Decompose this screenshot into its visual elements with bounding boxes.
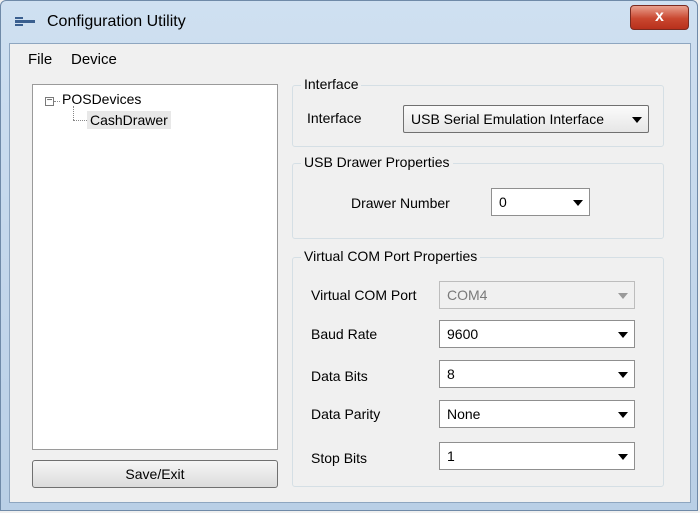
data-bits-label: Data Bits bbox=[311, 368, 368, 384]
virtual-com-group: Virtual COM Port Properties Virtual COM … bbox=[292, 248, 664, 487]
usb-drawer-group: USB Drawer Properties Drawer Number 0 bbox=[292, 154, 664, 239]
menu-file[interactable]: File bbox=[28, 51, 52, 68]
interface-group: Interface Interface USB Serial Emulation… bbox=[292, 76, 664, 147]
client-area: File Device − POSDevices CashDrawer Save… bbox=[9, 43, 691, 503]
baud-rate-select[interactable]: 9600 bbox=[439, 320, 635, 348]
drawer-number-select[interactable]: 0 bbox=[491, 188, 590, 216]
data-parity-select[interactable]: None bbox=[439, 400, 635, 428]
data-parity-label: Data Parity bbox=[311, 406, 381, 422]
data-bits-value: 8 bbox=[447, 366, 455, 382]
window-title: Configuration Utility bbox=[47, 13, 186, 30]
menu-device[interactable]: Device bbox=[71, 51, 117, 68]
chevron-down-icon bbox=[618, 332, 628, 338]
chevron-down-icon bbox=[618, 372, 628, 378]
virtual-com-port-select: COM4 bbox=[439, 281, 635, 309]
tree-item-posdevices[interactable]: POSDevices bbox=[62, 91, 141, 107]
save-exit-button[interactable]: Save/Exit bbox=[32, 460, 278, 488]
app-icon bbox=[15, 17, 35, 26]
virtual-com-port-label: Virtual COM Port bbox=[311, 287, 417, 303]
close-button[interactable]: x bbox=[630, 5, 689, 30]
drawer-number-label: Drawer Number bbox=[351, 195, 450, 211]
chevron-down-icon bbox=[618, 454, 628, 460]
data-bits-select[interactable]: 8 bbox=[439, 360, 635, 388]
tree-collapse-icon[interactable]: − bbox=[45, 96, 54, 106]
group-title: Virtual COM Port Properties bbox=[301, 248, 481, 264]
device-tree[interactable]: − POSDevices CashDrawer bbox=[32, 84, 278, 450]
interface-value: USB Serial Emulation Interface bbox=[411, 111, 604, 127]
virtual-com-port-value: COM4 bbox=[447, 287, 488, 303]
chevron-down-icon bbox=[632, 117, 642, 123]
close-icon: x bbox=[655, 8, 664, 25]
group-title: Interface bbox=[301, 76, 362, 92]
chevron-down-icon bbox=[573, 200, 583, 206]
stop-bits-label: Stop Bits bbox=[311, 450, 368, 466]
tree-item-cashdrawer[interactable]: CashDrawer bbox=[87, 111, 171, 129]
tree-connector bbox=[73, 106, 74, 120]
tree-connector bbox=[73, 120, 87, 121]
drawer-number-value: 0 bbox=[499, 194, 507, 210]
group-title: USB Drawer Properties bbox=[301, 154, 453, 170]
interface-label: Interface bbox=[307, 110, 362, 126]
title-bar[interactable]: Configuration Utility x bbox=[1, 1, 697, 43]
stop-bits-value: 1 bbox=[447, 448, 455, 464]
app-window: Configuration Utility x File Device − PO… bbox=[0, 0, 698, 511]
tree-connector bbox=[54, 101, 60, 102]
chevron-down-icon bbox=[618, 412, 628, 418]
baud-rate-label: Baud Rate bbox=[311, 326, 378, 342]
data-parity-value: None bbox=[447, 406, 481, 422]
baud-rate-value: 9600 bbox=[447, 326, 479, 342]
menu-bar: File Device bbox=[10, 44, 690, 74]
chevron-down-icon bbox=[618, 293, 628, 299]
interface-select[interactable]: USB Serial Emulation Interface bbox=[403, 105, 649, 133]
stop-bits-select[interactable]: 1 bbox=[439, 442, 635, 470]
